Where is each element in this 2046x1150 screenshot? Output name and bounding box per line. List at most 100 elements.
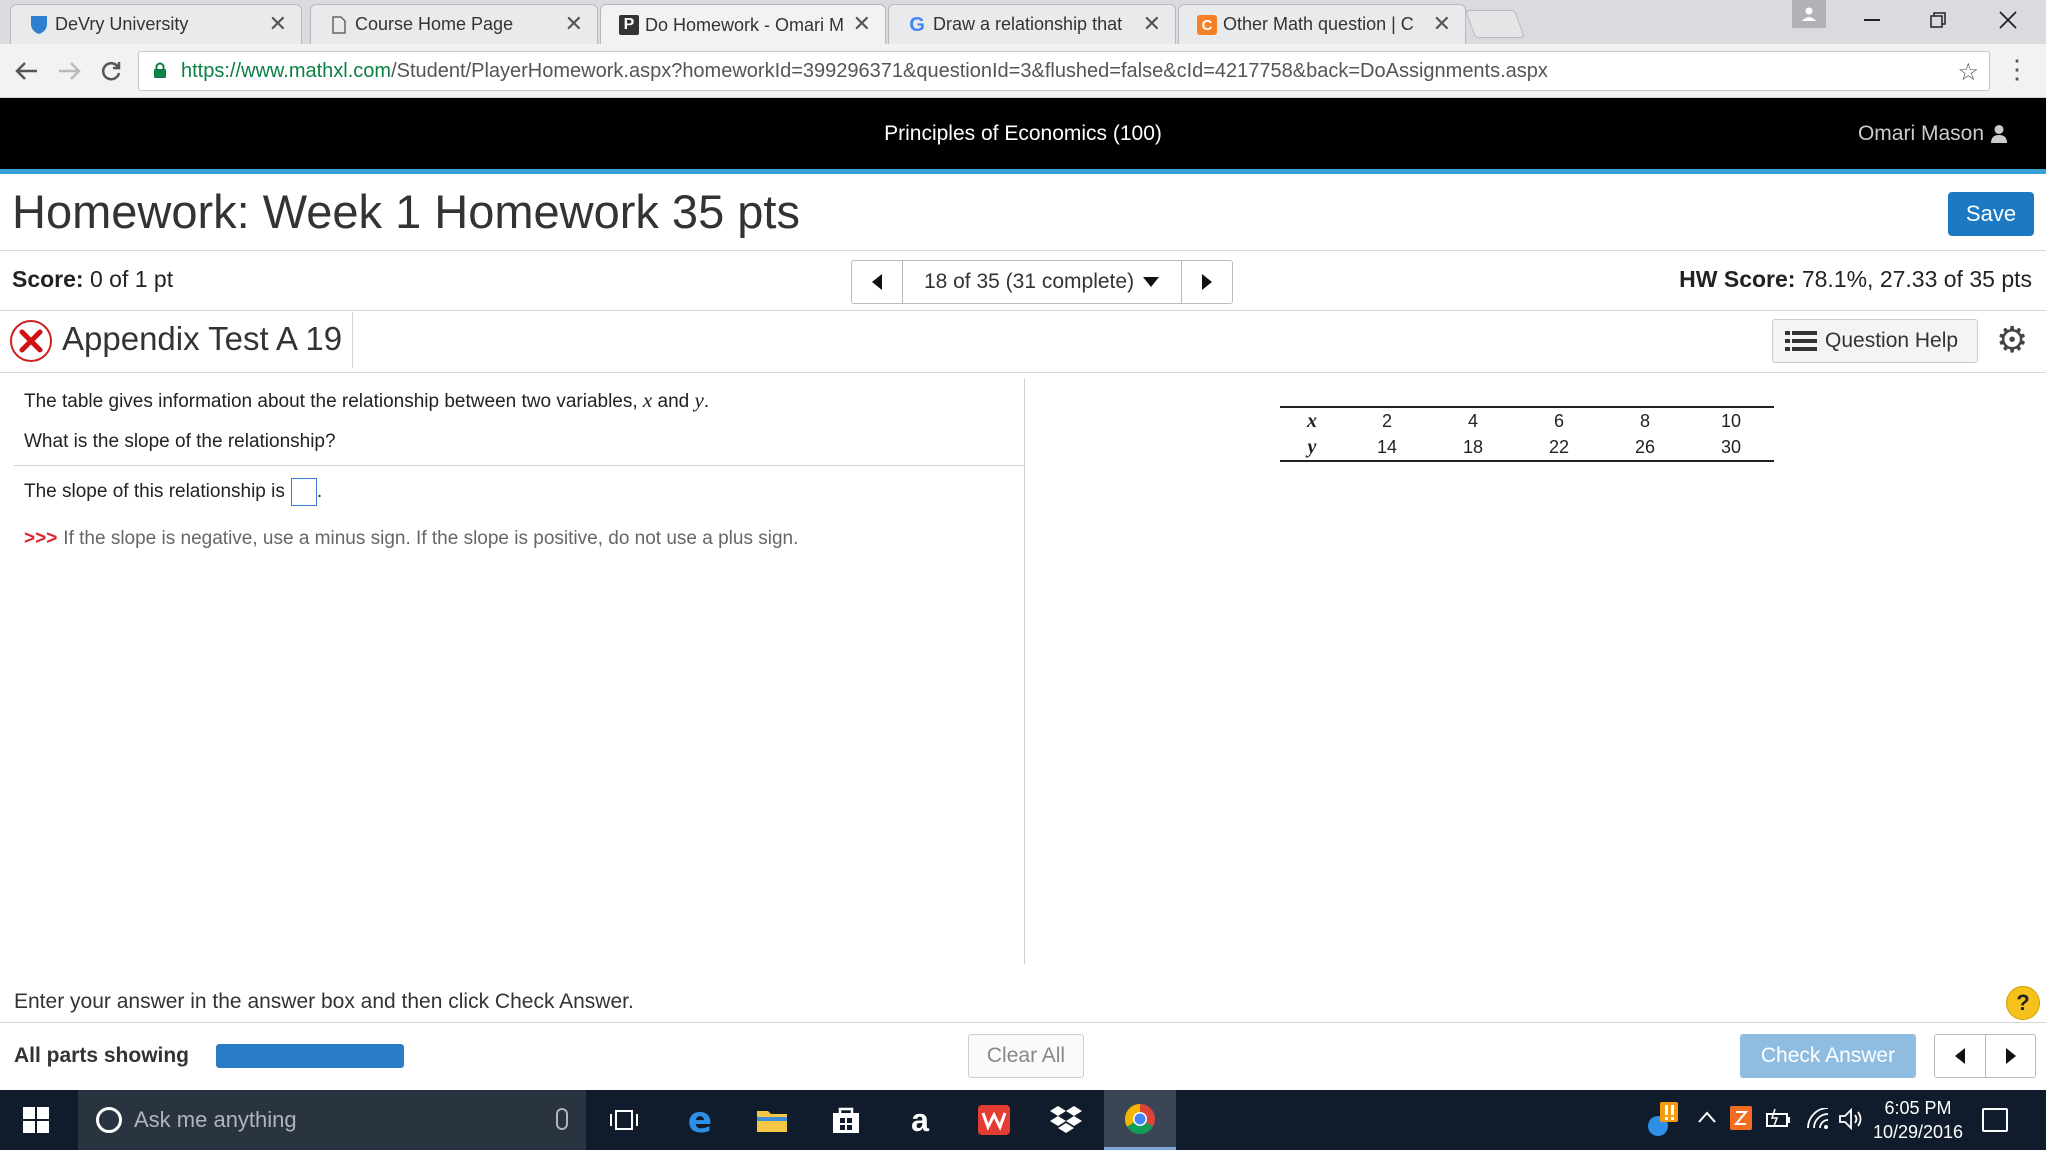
table-cell: 18 [1462, 436, 1484, 457]
chrome-icon [1124, 1104, 1155, 1135]
reload-icon[interactable] [94, 54, 128, 88]
address-bar[interactable]: https://www.mathxl.com/Student/PlayerHom… [138, 51, 1990, 91]
file-explorer-icon[interactable] [744, 1090, 800, 1150]
table-row: y 14 18 22 26 30 [1280, 434, 1774, 460]
divider [0, 250, 2046, 251]
google-g-icon: G [909, 13, 925, 36]
divider [352, 312, 353, 368]
battery-icon[interactable] [1766, 1108, 1792, 1134]
cortana-search-box[interactable]: Ask me anything [78, 1090, 586, 1150]
next-part-button[interactable] [1985, 1035, 2035, 1077]
tab-close-icon[interactable]: ✕ [565, 13, 583, 35]
minimize-icon[interactable] [1840, 0, 1904, 40]
question-help-button[interactable]: Question Help [1772, 319, 1978, 363]
tab-course-home[interactable]: Course Home Page ✕ [310, 4, 598, 44]
question-selector[interactable]: 18 of 35 (31 complete) [902, 261, 1182, 303]
divider [0, 372, 2046, 373]
score-value: 0 of 1 pt [89, 266, 174, 292]
table-cell: 2 [1381, 410, 1392, 431]
new-tab-button[interactable] [1464, 10, 1526, 38]
hint-text: >>> If the slope is negative, use a minus… [24, 528, 798, 550]
check-answer-button[interactable]: Check Answer [1740, 1034, 1916, 1078]
part-navigator [1934, 1034, 2036, 1078]
tab-close-icon[interactable]: ✕ [1143, 13, 1161, 35]
tab-title: Draw a relationship that [933, 14, 1123, 34]
restore-icon[interactable] [1906, 0, 1970, 40]
forward-arrow-icon[interactable] [52, 54, 86, 88]
page-title: Homework: Week 1 Homework 35 pts [12, 185, 800, 238]
close-window-icon[interactable] [1976, 0, 2040, 40]
microphone-icon[interactable] [556, 1108, 568, 1130]
course-title[interactable]: Principles of Economics (100) [0, 122, 2046, 146]
table-cell: 26 [1634, 436, 1656, 457]
answer-input[interactable] [290, 478, 317, 506]
tab-close-icon[interactable]: ✕ [853, 13, 871, 35]
tab-devry[interactable]: DeVry University ✕ [10, 4, 302, 44]
browser-toolbar: https://www.mathxl.com/Student/PlayerHom… [0, 44, 2046, 98]
parts-label: All parts showing [14, 1044, 190, 1067]
back-arrow-icon[interactable] [10, 54, 44, 88]
row-label-x: x [1307, 409, 1317, 432]
chevron-up-icon[interactable] [1698, 1106, 1716, 1129]
help-question-icon[interactable]: ? [2006, 986, 2040, 1020]
dropbox-icon[interactable] [1036, 1090, 1096, 1150]
answer-period: . [316, 481, 323, 503]
browser-tab-strip: DeVry University ✕ Course Home Page ✕ P … [0, 0, 2046, 45]
hint-message: If the slope is negative, use a minus si… [63, 528, 799, 549]
app-tray-icon[interactable] [1730, 1106, 1752, 1136]
table-row: x 2 4 6 8 10 [1280, 408, 1774, 434]
table-cell: 8 [1639, 410, 1650, 431]
divider [0, 1022, 2046, 1023]
amazon-icon[interactable]: a [892, 1090, 948, 1150]
instruction-text: Enter your answer in the answer box and … [14, 990, 634, 1013]
tab-close-icon[interactable]: ✕ [1433, 13, 1451, 35]
tray-alert-icon[interactable] [1646, 1100, 1680, 1144]
table-cell: 6 [1553, 410, 1564, 431]
previous-question-button[interactable] [852, 261, 902, 303]
browser-menu-icon[interactable]: ⋮ [2004, 56, 2030, 82]
answer-line: The slope of this relationship is. [24, 478, 322, 506]
save-button[interactable]: Save [1948, 192, 2034, 236]
tab-google-search[interactable]: G Draw a relationship that ✕ [888, 4, 1176, 44]
devry-shield-icon [29, 15, 49, 35]
answer-prompt: The slope of this relationship is [24, 481, 285, 503]
wifi-icon[interactable] [1806, 1107, 1832, 1136]
tab-title: DeVry University [55, 14, 189, 34]
bookmark-star-icon[interactable]: ☆ [1957, 58, 1979, 87]
profile-icon[interactable] [1792, 0, 1826, 28]
tab-chegg[interactable]: C Other Math question | C ✕ [1178, 4, 1466, 44]
question-name: Appendix Test A 19 [62, 320, 343, 357]
url-path: /Student/PlayerHomework.aspx?homeworkId=… [391, 59, 1548, 82]
hw-score-label: HW Score: [1679, 266, 1796, 292]
volume-icon[interactable] [1838, 1107, 1864, 1136]
search-placeholder: Ask me anything [134, 1107, 297, 1132]
user-icon[interactable] [1990, 124, 2008, 144]
system-clock[interactable]: 6:05 PM 10/29/2016 [1868, 1096, 1968, 1144]
windows-start-icon[interactable] [0, 1090, 72, 1150]
table-cell: 4 [1467, 410, 1478, 431]
previous-part-button[interactable] [1935, 1035, 1985, 1077]
table-cell: 14 [1376, 436, 1398, 457]
action-center-icon[interactable] [1982, 1108, 2008, 1132]
tab-do-homework[interactable]: P Do Homework - Omari M ✕ [600, 4, 886, 45]
chrome-taskbar-button[interactable] [1104, 1090, 1176, 1150]
parts-progress-bar [216, 1044, 404, 1068]
edge-browser-icon[interactable]: e [672, 1090, 728, 1150]
variable-y: y [694, 388, 704, 412]
next-question-button[interactable] [1182, 261, 1232, 303]
gear-icon[interactable]: ⚙ [1996, 322, 2028, 358]
clear-all-button[interactable]: Clear All [968, 1034, 1084, 1078]
table-cell: 10 [1720, 410, 1742, 431]
page-icon [329, 15, 349, 35]
url-host: www.mathxl.com [241, 59, 392, 82]
wps-office-icon[interactable] [966, 1090, 1022, 1150]
task-view-icon[interactable] [596, 1090, 652, 1150]
question-intro: The table gives information about the re… [24, 388, 709, 413]
list-icon [1785, 331, 1817, 351]
variable-x: x [642, 388, 653, 412]
score-label: Score: [12, 266, 84, 292]
incorrect-x-icon [10, 320, 52, 362]
user-name[interactable]: Omari Mason [1858, 122, 1984, 146]
store-icon[interactable] [818, 1090, 874, 1150]
tab-close-icon[interactable]: ✕ [269, 13, 287, 35]
